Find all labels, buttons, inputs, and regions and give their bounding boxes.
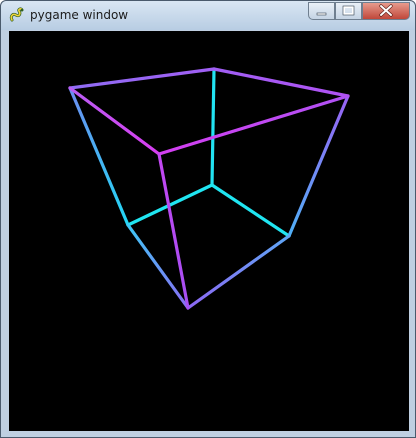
maximize-icon [342, 5, 355, 16]
window-title: pygame window [30, 8, 129, 22]
cube-edge-bottom-right [186, 234, 291, 310]
cube-edge-front-vertical [157, 152, 190, 310]
close-button[interactable] [362, 2, 410, 20]
pygame-snake-icon [9, 7, 24, 22]
cube-edge-right-vertical [287, 94, 350, 238]
cube-edge-top-back-right [212, 67, 350, 98]
cube-edge-top-front-right [157, 94, 350, 156]
minimize-icon [316, 12, 327, 16]
cube-edge-back-right [210, 183, 291, 238]
game-canvas[interactable] [9, 31, 409, 431]
minimize-button[interactable] [308, 2, 335, 20]
cube-wireframe [68, 67, 350, 310]
maximize-button[interactable] [335, 2, 362, 20]
cube-edge-top-back-left [68, 67, 216, 90]
close-icon [379, 4, 393, 17]
pygame-window: pygame window [0, 0, 416, 438]
title-bar[interactable]: pygame window [1, 1, 415, 30]
cube-edge-back-vertical [210, 67, 216, 187]
